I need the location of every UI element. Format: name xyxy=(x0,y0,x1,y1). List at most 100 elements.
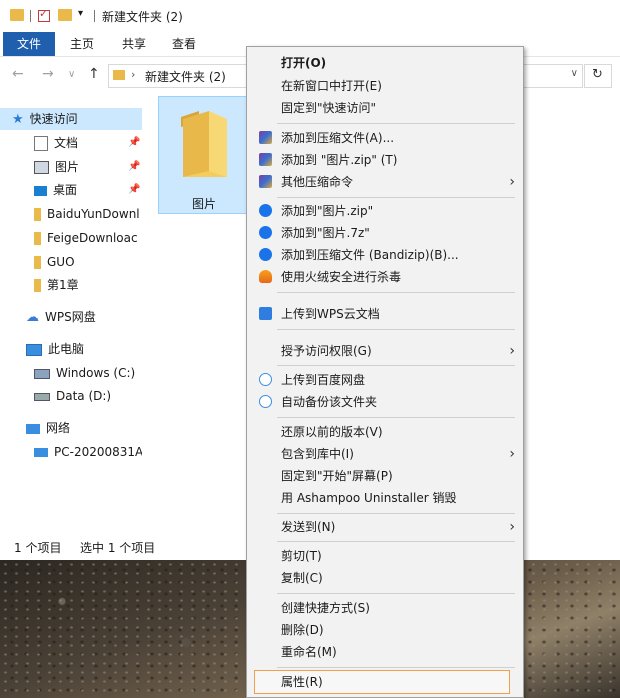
nav-label: Windows (C:) xyxy=(56,366,136,380)
menu-item-restore-versions[interactable]: 还原以前的版本(V) xyxy=(247,421,523,443)
menu-item-cut[interactable]: 剪切(T) xyxy=(247,545,523,567)
back-arrow-icon[interactable]: ← xyxy=(12,66,24,82)
menu-item-include-library[interactable]: 包含到库中(I) › xyxy=(247,443,523,465)
menu-item-label: 删除(D) xyxy=(281,623,324,637)
menu-item-upload-wps[interactable]: 上传到WPS云文档 xyxy=(247,303,523,325)
computer-icon xyxy=(34,448,48,457)
nav-network[interactable]: 网络 xyxy=(26,417,142,439)
menu-separator xyxy=(277,329,515,330)
title-bar: ▾ 新建文件夹 (2) xyxy=(0,0,620,32)
menu-item-open-new-window[interactable]: 在新窗口中打开(E) xyxy=(247,75,523,97)
menu-item-add-to-zip[interactable]: 添加到 "图片.zip" (T) xyxy=(247,149,523,171)
menu-separator xyxy=(277,593,515,594)
tab-home[interactable]: 主页 xyxy=(62,32,102,56)
menu-item-label: 添加到"图片.zip" xyxy=(281,204,374,218)
properties-quick-icon[interactable] xyxy=(38,7,50,22)
bandizip-icon xyxy=(259,248,272,261)
nav-item-feigedownload[interactable]: FeigeDownloac xyxy=(34,227,142,249)
menu-item-properties[interactable]: 属性(R) xyxy=(254,670,510,694)
menu-item-auto-backup[interactable]: 自动备份该文件夹 xyxy=(247,391,523,413)
nav-item-pictures[interactable]: 图片 📌 xyxy=(34,156,142,178)
menu-item-label: 剪切(T) xyxy=(281,549,322,563)
tab-view[interactable]: 查看 xyxy=(164,32,204,56)
menu-item-pin-quick-access[interactable]: 固定到"快速访问" xyxy=(247,97,523,119)
menu-item-create-shortcut[interactable]: 创建快捷方式(S) xyxy=(247,597,523,619)
nav-label: GUO xyxy=(47,255,75,269)
nav-label: BaiduYunDownl xyxy=(47,207,140,221)
recent-locations-chevron-icon[interactable]: ∨ xyxy=(68,69,75,80)
menu-item-label: 自动备份该文件夹 xyxy=(281,395,378,409)
menu-item-label: 添加到压缩文件(A)... xyxy=(281,131,395,145)
nav-this-pc[interactable]: 此电脑 xyxy=(26,338,142,360)
nav-item-chapter1[interactable]: 第1章 xyxy=(34,274,142,296)
menu-item-send-to[interactable]: 发送到(N) › xyxy=(247,516,523,538)
menu-item-bandizip-archive[interactable]: 添加到压缩文件 (Bandizip)(B)... xyxy=(247,244,523,266)
nav-label: 文档 xyxy=(54,136,79,150)
nav-item-guo[interactable]: GUO xyxy=(34,251,142,273)
nav-quick-access[interactable]: ★ 快速访问 xyxy=(0,108,142,130)
drive-icon xyxy=(34,392,50,401)
desktop-icon xyxy=(34,185,47,196)
folder-icon xyxy=(34,279,41,292)
menu-separator xyxy=(277,365,515,366)
up-arrow-icon[interactable]: ↑ xyxy=(88,66,100,82)
new-folder-quick-icon[interactable] xyxy=(58,9,72,21)
refresh-button[interactable]: ↻ xyxy=(584,64,612,88)
folder-icon xyxy=(181,111,227,177)
menu-item-label: 使用火绒安全进行杀毒 xyxy=(281,270,402,284)
menu-item-copy[interactable]: 复制(C) xyxy=(247,567,523,589)
nav-label: 桌面 xyxy=(53,183,78,197)
menu-item-label: 打开(O) xyxy=(281,56,327,70)
menu-item-label: 添加到"图片.7z" xyxy=(281,226,370,240)
menu-item-bandizip-zip[interactable]: 添加到"图片.zip" xyxy=(247,200,523,222)
refresh-icon: ↻ xyxy=(592,67,603,82)
menu-item-delete[interactable]: 删除(D) xyxy=(247,619,523,641)
nav-item-desktop[interactable]: 桌面 📌 xyxy=(34,179,142,201)
menu-item-bandizip-7z[interactable]: 添加到"图片.7z" xyxy=(247,222,523,244)
baidu-netdisk-icon xyxy=(259,395,272,408)
menu-item-ashampoo-destroy[interactable]: 用 Ashampoo Uninstaller 销毁 xyxy=(247,487,523,509)
menu-item-label: 包含到库中(I) xyxy=(281,447,354,461)
menu-separator xyxy=(277,123,515,124)
picture-icon xyxy=(34,161,49,174)
nav-item-baiduyundownload[interactable]: BaiduYunDownl xyxy=(34,203,142,225)
address-dropdown-icon[interactable]: ∨ xyxy=(571,68,578,79)
breadcrumb[interactable]: 新建文件夹 (2) xyxy=(145,68,226,85)
quick-access-toolbar-dropdown-icon[interactable]: ▾ xyxy=(78,8,83,19)
nav-label: 第1章 xyxy=(47,278,79,292)
nav-drive-d[interactable]: Data (D:) xyxy=(34,385,142,407)
tab-file[interactable]: 文件 xyxy=(3,32,55,56)
forward-arrow-icon[interactable]: → xyxy=(42,66,54,82)
menu-item-grant-access[interactable]: 授予访问权限(G) › xyxy=(247,340,523,362)
menu-item-huorong-scan[interactable]: 使用火绒安全进行杀毒 xyxy=(247,266,523,288)
tab-share[interactable]: 共享 xyxy=(114,32,154,56)
pin-icon: 📌 xyxy=(128,184,141,195)
folder-tile[interactable]: 图片 xyxy=(158,96,250,214)
menu-item-label: 上传到百度网盘 xyxy=(281,373,366,387)
star-icon: ★ xyxy=(12,111,24,127)
submenu-arrow-icon: › xyxy=(509,446,515,462)
nav-network-pc[interactable]: PC-20200831AI xyxy=(34,441,142,463)
menu-item-add-to-archive[interactable]: 添加到压缩文件(A)... xyxy=(247,127,523,149)
submenu-arrow-icon: › xyxy=(509,343,515,359)
submenu-arrow-icon: › xyxy=(509,519,515,535)
menu-item-other-compress[interactable]: 其他压缩命令 › xyxy=(247,171,523,193)
menu-item-label: 固定到"快速访问" xyxy=(281,101,377,115)
bandizip-icon xyxy=(259,226,272,239)
pin-icon: 📌 xyxy=(128,137,141,148)
computer-icon xyxy=(26,343,42,356)
nav-drive-c[interactable]: Windows (C:) xyxy=(34,362,142,384)
menu-item-label: 在新窗口中打开(E) xyxy=(281,79,382,93)
menu-item-open[interactable]: 打开(O) xyxy=(247,52,523,74)
nav-wps-drive[interactable]: ☁ WPS网盘 xyxy=(26,306,142,328)
menu-item-upload-baidu[interactable]: 上传到百度网盘 xyxy=(247,369,523,391)
winrar-icon xyxy=(259,175,272,188)
folder-icon xyxy=(34,256,41,269)
folder-label: 图片 xyxy=(191,197,216,211)
menu-item-label: 上传到WPS云文档 xyxy=(281,307,380,321)
menu-item-pin-start[interactable]: 固定到"开始"屏幕(P) xyxy=(247,465,523,487)
nav-item-documents[interactable]: 文档 📌 xyxy=(34,132,142,154)
menu-item-rename[interactable]: 重命名(M) xyxy=(247,641,523,663)
huorong-icon xyxy=(259,270,272,283)
pin-icon: 📌 xyxy=(128,161,141,172)
